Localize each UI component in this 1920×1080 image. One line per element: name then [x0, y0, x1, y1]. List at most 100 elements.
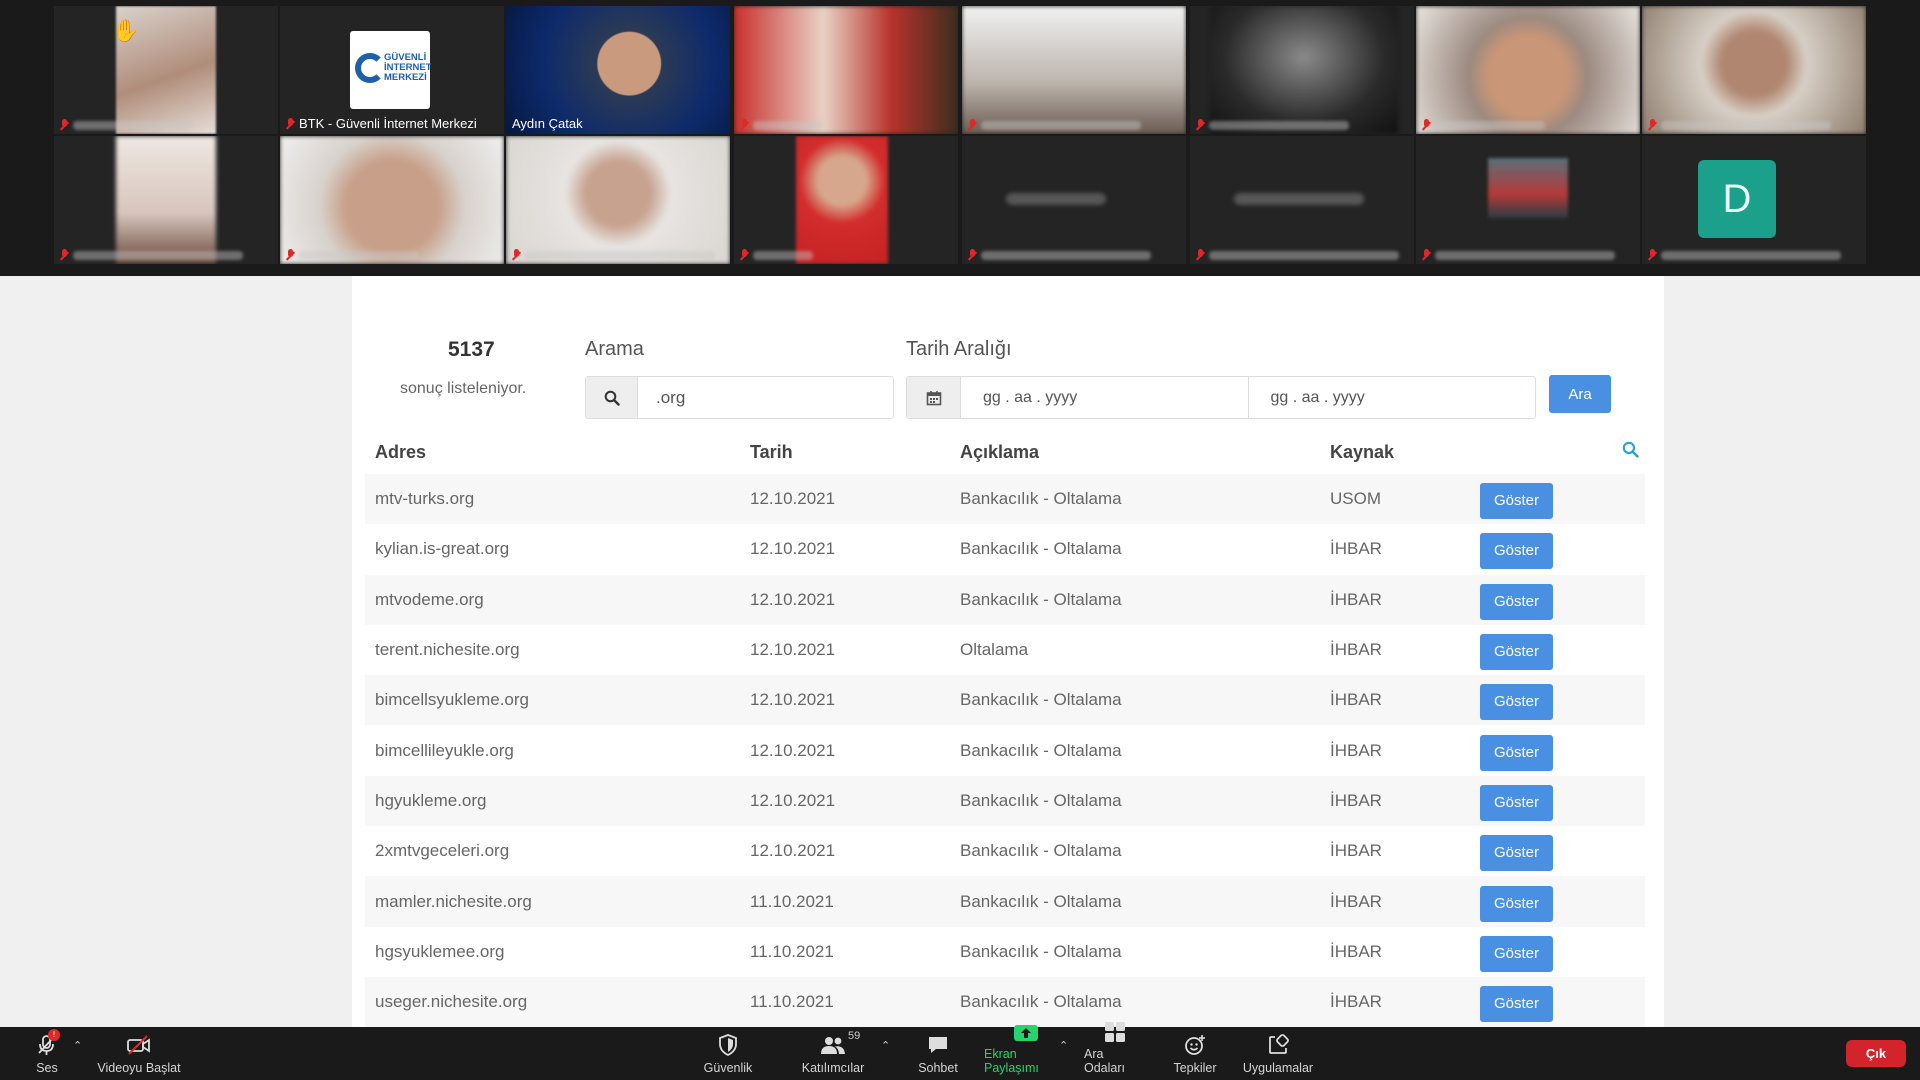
- cell-source: İHBAR: [1330, 740, 1382, 760]
- breakout-rooms-label: Ara Odaları: [1084, 1047, 1125, 1075]
- audio-button[interactable]: ! Ses: [30, 1027, 64, 1080]
- participant-gallery: ✋ GÜVENLİ İNTERNET MERKEZİ BTK - Güvenli…: [0, 0, 1920, 276]
- participant-tile[interactable]: [1416, 6, 1640, 134]
- participant-name: [968, 119, 1141, 131]
- column-header-date: Tarih: [750, 441, 793, 462]
- participant-tile[interactable]: [734, 136, 958, 264]
- muted-mic-icon: [1196, 119, 1205, 131]
- date-range-label: Tarih Aralığı: [906, 338, 1012, 360]
- participant-tile[interactable]: D: [1642, 136, 1866, 264]
- participant-video: [506, 136, 730, 264]
- chat-button[interactable]: Sohbet: [916, 1027, 960, 1080]
- breakout-rooms-button[interactable]: Ara Odaları: [1084, 1022, 1146, 1080]
- show-button[interactable]: Göster: [1480, 784, 1553, 821]
- date-start-field[interactable]: gg . aa . yyyy: [961, 377, 1248, 418]
- show-button[interactable]: Göster: [1480, 483, 1553, 520]
- cell-description: Bankacılık - Oltalama: [950, 474, 1320, 525]
- cell-action: Göster: [1470, 675, 1645, 726]
- participant-tile[interactable]: [1190, 6, 1414, 134]
- cell-date: 12.10.2021: [740, 775, 950, 827]
- search-icon[interactable]: [1622, 441, 1639, 458]
- participant-tile[interactable]: [734, 6, 958, 134]
- share-options-chevron-icon[interactable]: ⌃: [1059, 1039, 1068, 1052]
- participant-tile[interactable]: [962, 136, 1186, 264]
- security-label: Güvenlik: [703, 1061, 753, 1075]
- audio-options-chevron-icon[interactable]: ⌃: [73, 1039, 82, 1052]
- cell-description: Bankacılık - Oltalama: [950, 775, 1320, 827]
- participant-name: Aydın Çatak: [512, 116, 583, 131]
- muted-mic-icon: [1648, 119, 1657, 131]
- logo-text: GÜVENLİ İNTERNET MERKEZİ: [384, 52, 432, 83]
- reactions-button[interactable]: Tepkiler: [1172, 1027, 1218, 1080]
- cell-address: hgyukleme.org: [365, 775, 740, 827]
- audio-warning-badge: !: [48, 1029, 60, 1041]
- table-row: 2xmtvgeceleri.org 12.10.2021 Bankacılık - …: [365, 826, 1645, 876]
- muted-mic-icon: [1196, 249, 1205, 261]
- cell-address: kylian.is-great.org: [375, 539, 510, 559]
- participant-name: [740, 249, 813, 261]
- start-video-label: Videoyu Başlat: [97, 1061, 181, 1075]
- participant-tile[interactable]: ✋: [54, 6, 278, 134]
- cell-description: Bankacılık - Oltalama: [960, 539, 1122, 559]
- show-button[interactable]: Göster: [1480, 634, 1553, 671]
- participant-video: [1642, 6, 1866, 134]
- audio-label: Ses: [36, 1061, 58, 1075]
- show-button[interactable]: Göster: [1480, 986, 1553, 1023]
- participants-count: 59: [848, 1030, 861, 1042]
- participants-button[interactable]: 59 Katılımcılar: [798, 1027, 868, 1080]
- muted-mic-icon: [1422, 249, 1431, 261]
- cell-description: Bankacılık - Oltalama: [960, 841, 1122, 861]
- participant-avatar-image: [1488, 158, 1568, 218]
- show-button[interactable]: Göster: [1480, 835, 1553, 872]
- share-screen-button[interactable]: Ekran Paylaşımı: [984, 1025, 1068, 1080]
- column-header-description: Açıklama: [960, 441, 1040, 462]
- share-screen-icon: [1013, 1023, 1039, 1043]
- participant-tile[interactable]: [1190, 136, 1414, 264]
- participant-video: [962, 6, 1186, 134]
- result-count-label: sonuç listeleniyor.: [400, 380, 527, 397]
- cell-address: mtv-turks.org: [365, 474, 740, 525]
- muted-mic-icon: [968, 119, 977, 131]
- apps-label: Uygulamalar: [1242, 1061, 1314, 1075]
- apps-button[interactable]: Uygulamalar: [1240, 1027, 1316, 1080]
- leave-button[interactable]: Çık: [1846, 1040, 1906, 1067]
- participant-name: [286, 249, 419, 261]
- participant-tile[interactable]: [1642, 6, 1866, 134]
- show-button[interactable]: Göster: [1480, 684, 1553, 721]
- calendar-addon: [907, 377, 961, 418]
- show-button[interactable]: Göster: [1480, 885, 1553, 922]
- cell-date: 12.10.2021: [740, 574, 950, 625]
- muted-mic-icon: [60, 249, 69, 261]
- participant-tile[interactable]: [280, 136, 504, 264]
- meeting-toolbar: ! Ses ⌃ Videoyu Başlat Güvenlik 59 Katıl…: [0, 1022, 1920, 1080]
- participant-name: [1196, 119, 1349, 131]
- participant-tile[interactable]: [962, 6, 1186, 134]
- show-button[interactable]: Göster: [1480, 935, 1553, 972]
- participant-tile-active-speaker[interactable]: Aydın Çatak: [506, 6, 730, 134]
- security-button[interactable]: Güvenlik: [702, 1027, 754, 1080]
- participants-options-chevron-icon[interactable]: ⌃: [881, 1039, 890, 1052]
- muted-mic-icon: [740, 249, 749, 261]
- cell-address: bimcellsyukleme.org: [365, 675, 740, 726]
- participant-tile[interactable]: [54, 136, 278, 264]
- participant-name: [1422, 119, 1545, 131]
- participant-video: [506, 6, 730, 134]
- participant-name-label: Aydın Çatak: [512, 116, 583, 131]
- participant-tile[interactable]: [506, 136, 730, 264]
- cell-action: Göster: [1470, 826, 1645, 876]
- cell-description: Bankacılık - Oltalama: [960, 941, 1122, 961]
- participant-tile[interactable]: [1416, 136, 1640, 264]
- breakout-rooms-icon: [1102, 1021, 1128, 1043]
- start-video-button[interactable]: Videoyu Başlat: [96, 1027, 182, 1080]
- show-button[interactable]: Göster: [1480, 734, 1553, 771]
- date-end-field[interactable]: gg . aa . yyyy: [1247, 377, 1536, 418]
- show-button[interactable]: Göster: [1480, 533, 1553, 570]
- participant-tile-btk[interactable]: GÜVENLİ İNTERNET MERKEZİ BTK - Güvenli İ…: [280, 6, 504, 134]
- participant-name: [1422, 249, 1615, 261]
- cell-action: Göster: [1470, 876, 1645, 927]
- search-input[interactable]: .org: [585, 376, 894, 419]
- participants-icon: 59: [820, 1030, 860, 1057]
- muted-mic-icon: [286, 249, 295, 261]
- search-button[interactable]: Ara: [1549, 375, 1611, 413]
- show-button[interactable]: Göster: [1480, 583, 1553, 620]
